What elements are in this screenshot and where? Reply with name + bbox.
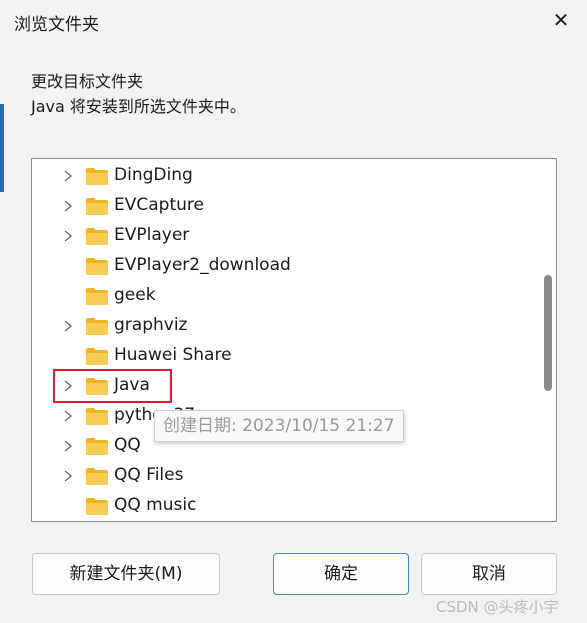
chevron-right-icon[interactable] [60,317,76,335]
folder-icon [86,498,108,515]
watermark: CSDN @头疼小宇 [436,598,559,616]
close-icon[interactable]: ✕ [549,8,573,32]
tree-item[interactable]: EVPlayer [32,221,537,251]
tree-item[interactable]: EVPlayer2_download [32,251,537,281]
folder-icon [86,228,108,245]
tree-item[interactable]: QQ music [32,491,537,521]
folder-tree[interactable]: QQ musicQQ FilesQQpython37JavaHuawei Sha… [31,158,557,522]
instruction-text: Java 将安装到所选文件夹中。 [31,97,246,116]
chevron-right-icon[interactable] [60,437,76,455]
tree-item-label: QQ [114,435,141,455]
folder-icon [86,198,108,215]
chevron-right-icon[interactable] [60,407,76,425]
folder-icon [86,468,108,485]
folder-icon [86,288,108,305]
chevron-right-icon[interactable] [60,227,76,245]
tree-item[interactable]: QQ Files [32,461,537,491]
background-window-edge [0,104,4,192]
cancel-button[interactable]: 取消 [421,553,557,595]
tree-item-label: geek [114,285,156,305]
tree-item[interactable]: graphviz [32,311,537,341]
scrollbar-thumb[interactable] [544,275,552,391]
folder-icon [86,168,108,185]
folder-icon [86,438,108,455]
tree-item[interactable]: EVCapture [32,191,537,221]
tree-item-label: graphviz [114,315,188,335]
tree-item-label: EVPlayer2_download [114,255,291,275]
instruction-heading: 更改目标文件夹 [31,72,144,91]
ok-button[interactable]: 确定 [273,553,409,595]
folder-icon [86,348,108,365]
folder-icon [86,408,108,425]
chevron-right-icon[interactable] [60,167,76,185]
chevron-right-icon[interactable] [60,467,76,485]
tree-item[interactable]: Huawei Share [32,341,537,371]
annotation-highlight-box [53,369,172,403]
tree-item-label: EVPlayer [114,225,190,245]
folder-icon [86,258,108,275]
tree-item-label: QQ Files [114,465,184,485]
dialog-title: 浏览文件夹 [14,15,99,35]
tree-item[interactable]: geek [32,281,537,311]
scrollbar[interactable] [536,159,556,521]
tree-item-label: QQ music [114,495,197,515]
folder-icon [86,318,108,335]
tree-item[interactable]: DingDing [32,161,537,191]
new-folder-button[interactable]: 新建文件夹(M) [32,553,220,595]
tree-item-label: DingDing [114,165,193,185]
tree-item-label: Huawei Share [114,345,232,365]
tooltip: 创建日期: 2023/10/15 21:27 [154,410,404,442]
tree-item-label: EVCapture [114,195,204,215]
chevron-right-icon[interactable] [60,197,76,215]
